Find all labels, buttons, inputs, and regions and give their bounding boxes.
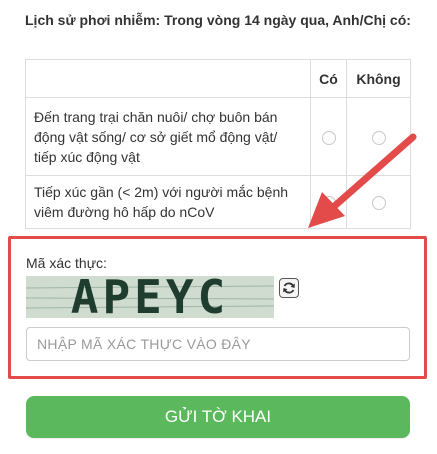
question-text: Tiếp xúc gần (< 2m) với người mắc bệnh v… <box>25 175 311 229</box>
captcha-refresh-button[interactable] <box>279 278 299 298</box>
exposure-history-title: Lịch sử phơi nhiễm: Trong vòng 14 ngày q… <box>25 12 411 28</box>
refresh-icon <box>283 282 295 294</box>
yes-column-header: Có <box>310 59 347 98</box>
submit-declaration-button[interactable]: GỬI TỜ KHAI <box>26 396 410 438</box>
question-column-header <box>25 59 311 98</box>
captcha-input[interactable] <box>26 327 410 361</box>
no-column-header: Không <box>346 59 411 98</box>
pointer-arrow-icon <box>308 133 417 228</box>
captcha-image: APEYC <box>26 276 274 318</box>
question-text: Đến trang trại chăn nuôi/ chợ buôn bán đ… <box>25 97 311 176</box>
captcha-text: APEYC <box>70 276 230 318</box>
captcha-label: Mã xác thực: <box>26 255 107 271</box>
table-header-row: Có Không <box>25 59 411 98</box>
